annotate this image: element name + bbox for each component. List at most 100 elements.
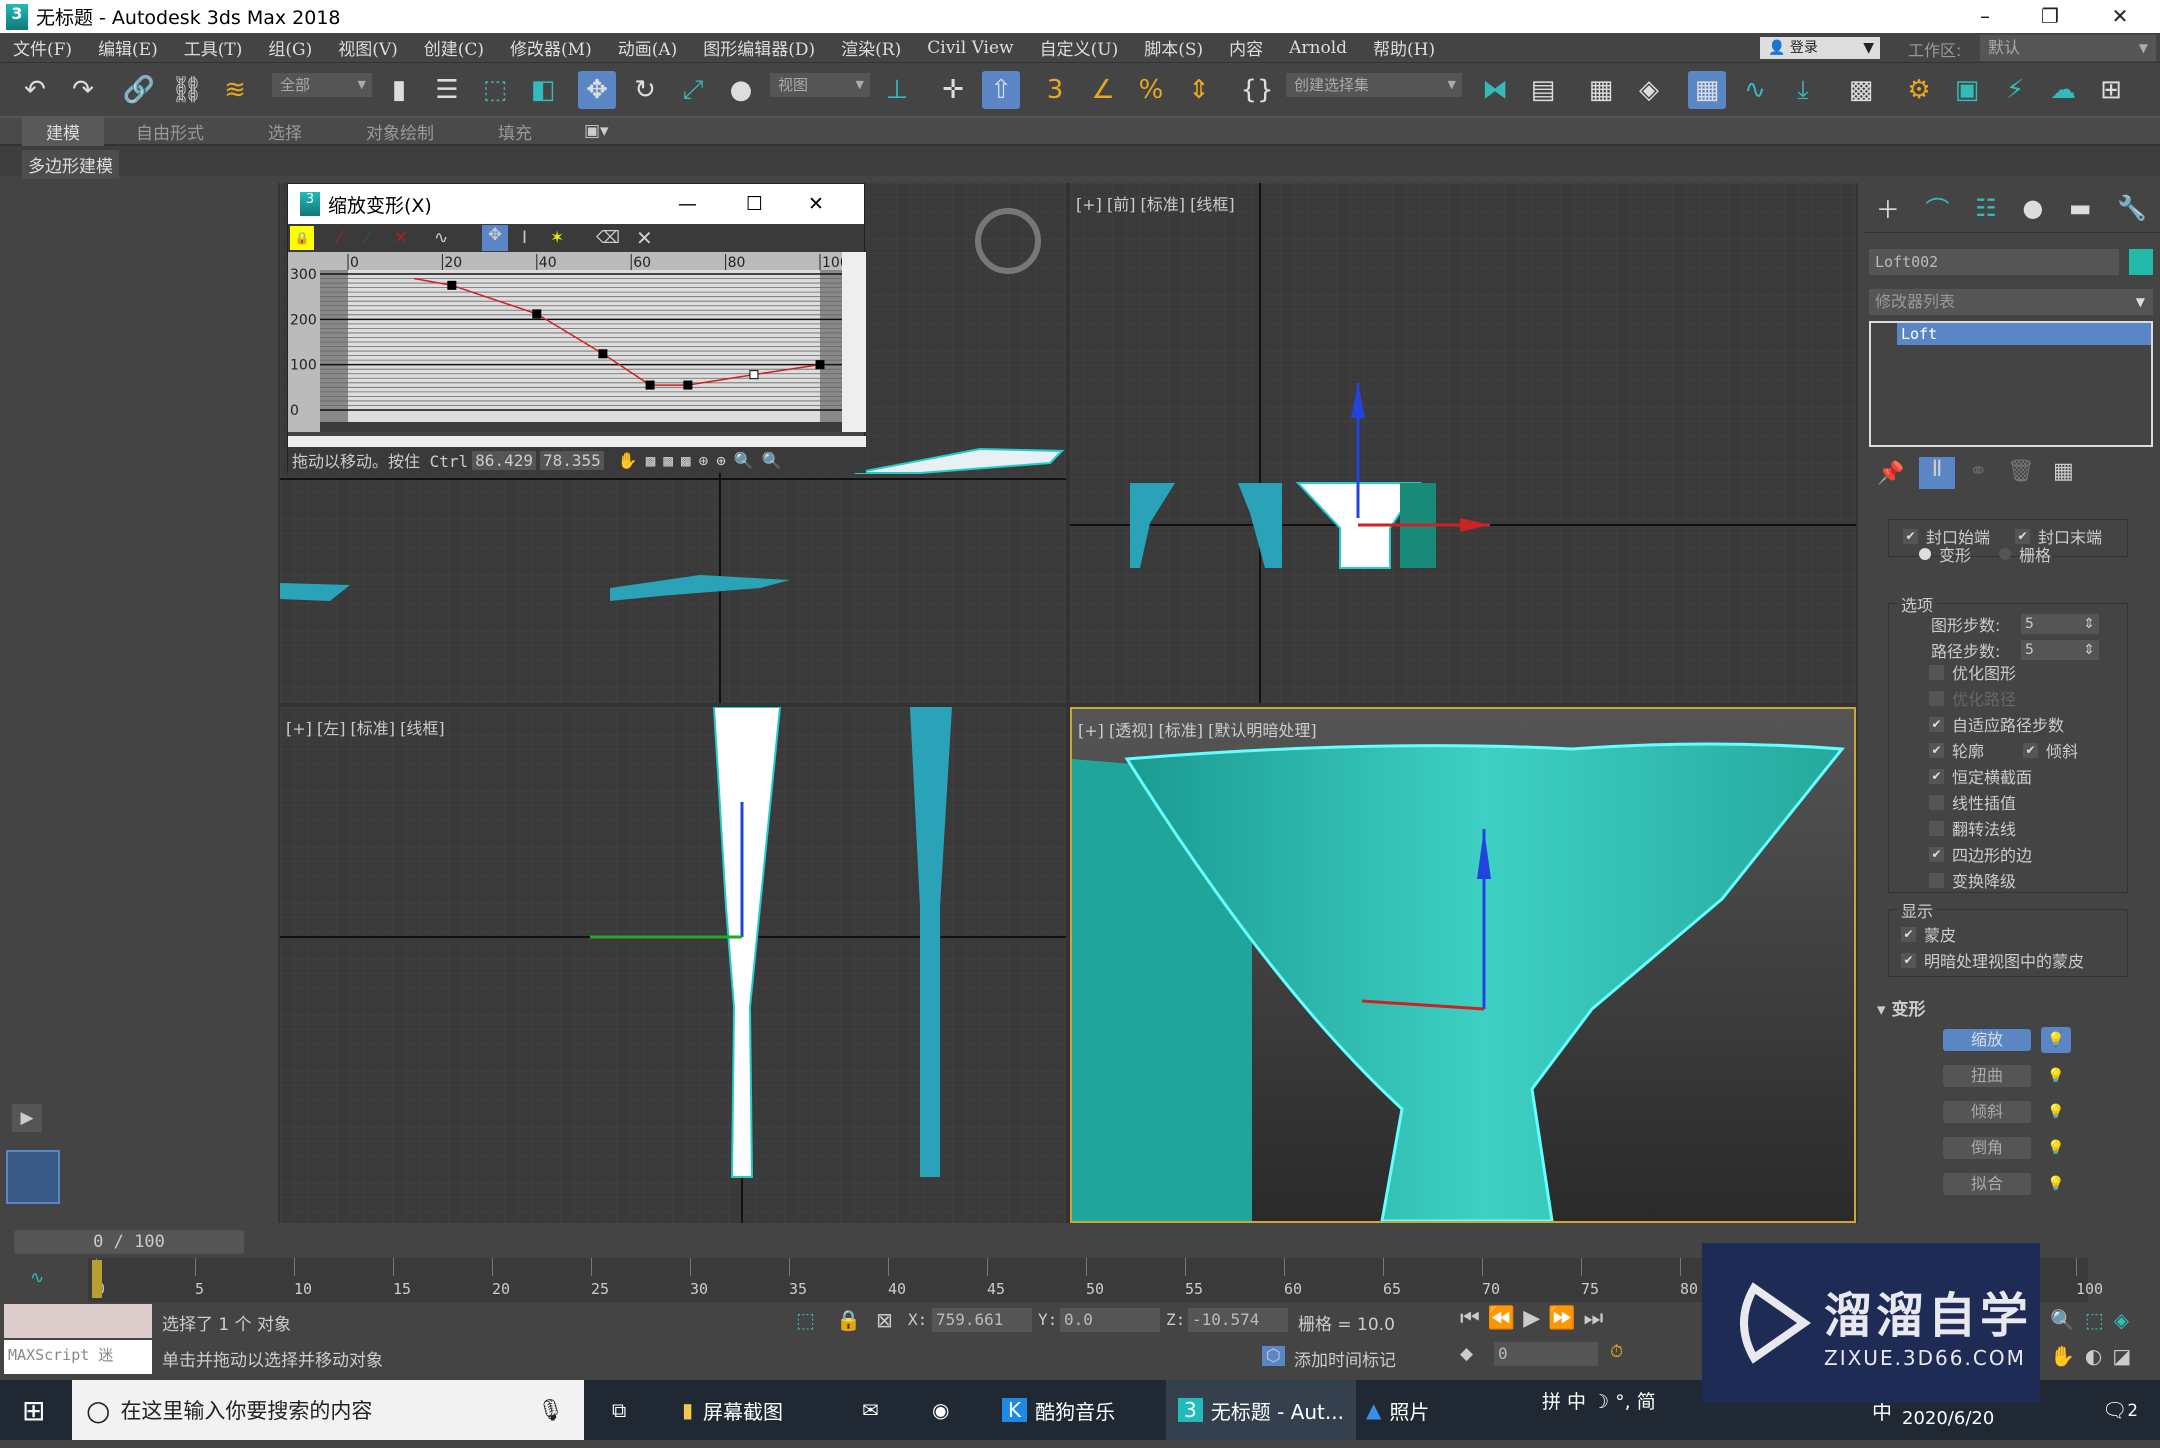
path-steps-spinner[interactable]: 5 ⇕ xyxy=(2021,640,2099,660)
deformation-button[interactable]: 拟合 xyxy=(1943,1173,2031,1195)
named-selection-dropdown[interactable]: 创建选择集 xyxy=(1286,73,1462,97)
viewport-left[interactable]: [+] [左] [标准] [线框] xyxy=(280,707,1066,1223)
modify-tab-icon[interactable]: ⌒ xyxy=(1925,190,1949,225)
deformation-toggle-icon[interactable]: 💡 xyxy=(2041,1027,2071,1053)
taskbar-item-kugou[interactable]: K 酷狗音乐 xyxy=(990,1380,1127,1440)
skin-checkbox[interactable]: ✔ 蒙皮 xyxy=(1901,922,1956,946)
viewport-perspective-label[interactable]: [+] [透视] [标准] [默认明暗处理] xyxy=(1078,717,1317,741)
menu-item[interactable]: 动画(A) xyxy=(605,35,691,60)
schematic-view-icon[interactable]: ⤓ xyxy=(1784,71,1822,109)
ime-indicator[interactable]: 拼 中 ☽ °, 简 xyxy=(1530,1380,1668,1420)
deformation-toggle-icon[interactable]: 💡 xyxy=(2041,1135,2071,1161)
add-time-tag-button[interactable]: 添加时间标记 xyxy=(1294,1346,1396,1371)
absolute-mode-icon[interactable]: ⊠ xyxy=(876,1308,893,1332)
taskbar-item-3dsmax[interactable]: 3 无标题 - Aut... xyxy=(1166,1380,1356,1440)
layer-explorer-icon[interactable]: ◈ xyxy=(1630,71,1668,109)
keyboard-shortcut-override-icon[interactable]: ⇧ xyxy=(982,71,1020,109)
menu-item[interactable]: 文件(F) xyxy=(0,35,85,60)
close-button[interactable]: ✕ xyxy=(2090,0,2150,33)
link-icon[interactable]: 🔗 xyxy=(120,71,158,109)
menu-item[interactable]: 组(G) xyxy=(255,35,325,60)
select-manipulate-icon[interactable]: ✛ xyxy=(934,71,972,109)
menu-item[interactable]: 自定义(U) xyxy=(1027,35,1132,60)
configure-sets-icon[interactable]: ▦ xyxy=(2053,459,2074,484)
expand-arrow-icon[interactable]: ▶ xyxy=(12,1104,42,1132)
rectangle-selection-icon[interactable]: ⬚ xyxy=(476,71,514,109)
move-control-point-icon[interactable]: ✥ xyxy=(482,225,508,251)
menu-item[interactable]: 内容 xyxy=(1216,35,1276,60)
undo-icon[interactable]: ↶ xyxy=(16,71,54,109)
remove-modifier-icon[interactable]: 🗑 xyxy=(2007,459,2035,484)
snaps-toggle-icon[interactable]: 3 xyxy=(1036,71,1074,109)
skin-shaded-checkbox[interactable]: ✔ 明暗处理视图中的蒙皮 xyxy=(1901,948,2084,972)
delete-control-point-icon[interactable]: ⌫ xyxy=(596,228,620,248)
deformation-button[interactable]: 倒角 xyxy=(1943,1137,2031,1159)
ribbon-options-icon[interactable]: ▣▾ xyxy=(584,121,609,141)
object-name-field[interactable]: Loft002 xyxy=(1869,249,2119,275)
windows-start-icon[interactable]: ⊞ xyxy=(10,1380,57,1440)
polygon-modeling-tab[interactable]: 多边形建模 xyxy=(22,150,119,179)
menu-item[interactable]: 渲染(R) xyxy=(828,35,914,60)
key-mode-icon[interactable]: ◆ xyxy=(1460,1344,1473,1364)
motion-tab-icon[interactable]: ● xyxy=(2022,194,2043,222)
modifier-list-dropdown[interactable]: 修改器列表 ▼ xyxy=(1869,289,2153,315)
mirror-icon[interactable]: ⧓ xyxy=(1476,71,1514,109)
option-checkbox[interactable]: ✔ 轮廓 xyxy=(1929,738,1984,762)
pin-stack-icon[interactable]: 📌 xyxy=(1877,461,1904,486)
menu-item[interactable]: Arnold xyxy=(1276,38,1360,58)
playback-controls[interactable]: ⏮⏪▶⏩⏭ xyxy=(1460,1306,1611,1331)
ribbon-tab[interactable]: 选择 xyxy=(236,119,334,144)
display-x-axis-icon[interactable]: ⁄ xyxy=(338,228,341,248)
select-move-icon[interactable]: ✥ xyxy=(578,71,616,109)
menu-item[interactable]: 图形编辑器(D) xyxy=(690,35,828,60)
select-by-name-icon[interactable]: ☰ xyxy=(428,71,466,109)
edit-named-selection-icon[interactable]: {} xyxy=(1238,71,1276,109)
y-value-field[interactable]: 78.355 xyxy=(539,450,604,470)
display-xy-axes-icon[interactable]: ✕ xyxy=(394,228,408,248)
z-coordinate-field[interactable]: -10.574 xyxy=(1188,1308,1288,1332)
taskbar-item-screenshots[interactable]: ▮ 屏幕截图 xyxy=(670,1380,795,1440)
option-checkbox[interactable]: ✔ 恒定横截面 xyxy=(1929,764,2032,788)
hierarchy-tab-icon[interactable]: ☷ xyxy=(1975,194,1997,222)
reference-coordinate-dropdown[interactable]: 视图 xyxy=(770,73,870,97)
mail-icon[interactable]: ✉ xyxy=(850,1380,891,1440)
time-slider-thumb[interactable]: 0 / 100 xyxy=(14,1230,244,1254)
x-value-field[interactable]: 86.429 xyxy=(472,450,536,470)
rendered-frame-window-icon[interactable]: ▣ xyxy=(1948,71,1986,109)
taskbar-search-box[interactable]: ○ 在这里输入你要搜索的内容 🎙 xyxy=(72,1380,584,1440)
viewport-left-label[interactable]: [+] [左] [标准] [线框] xyxy=(286,715,445,739)
create-tab-icon[interactable]: ＋ xyxy=(1876,190,1900,225)
lock-aspect-icon[interactable]: 🔒 xyxy=(290,226,314,250)
viewport-layout-tab-icon[interactable] xyxy=(6,1150,60,1204)
deformation-toggle-icon[interactable]: 💡 xyxy=(2041,1171,2071,1197)
notifications-icon[interactable]: 🗨 2 xyxy=(2090,1380,2150,1440)
stack-item-loft[interactable]: Loft xyxy=(1897,323,2151,345)
maxscript-input[interactable]: MAXScript 迷 xyxy=(4,1340,152,1374)
make-unique-icon[interactable]: ⚭ xyxy=(1969,459,1987,484)
menu-item[interactable]: Civil View xyxy=(914,38,1026,58)
scene-explorer-icon[interactable]: ▦ xyxy=(1582,71,1620,109)
curve-editor-icon[interactable]: ∿ xyxy=(1736,71,1774,109)
reset-curve-icon[interactable]: ✕ xyxy=(636,226,653,250)
angle-snap-icon[interactable]: ∠ xyxy=(1084,71,1122,109)
task-view-icon[interactable]: ⧉ xyxy=(600,1380,638,1440)
window-crossing-icon[interactable]: ◧ xyxy=(524,71,562,109)
viewport-perspective[interactable]: [+] [透视] [标准] [默认明暗处理] xyxy=(1070,707,1856,1223)
option-checkbox[interactable]: 优化路径 xyxy=(1929,686,2016,710)
ribbon-tab[interactable]: 自由形式 xyxy=(104,119,236,144)
selection-lock-icon[interactable]: 🔒 xyxy=(836,1308,861,1332)
viewport-nav-icons[interactable]: 🔍⬚◈ xyxy=(2050,1308,2139,1332)
time-tag-icon[interactable]: ⬡ xyxy=(1262,1346,1285,1366)
display-y-axis-icon[interactable]: ⁄ xyxy=(366,228,369,248)
insert-corner-point-icon[interactable]: ✶ xyxy=(550,228,564,248)
dialog-maximize-button[interactable]: ☐ xyxy=(746,193,763,215)
menu-item[interactable]: 工具(T) xyxy=(171,35,256,60)
select-scale-icon[interactable]: ⤢ xyxy=(674,71,712,109)
select-rotate-icon[interactable]: ↻ xyxy=(626,71,664,109)
deformation-button[interactable]: 扭曲 xyxy=(1943,1065,2031,1087)
scale-curve-graph[interactable]: 0 20 40 60 80 1003002001000 xyxy=(288,252,866,432)
morph-radio[interactable]: 变形 xyxy=(1919,542,1971,566)
selection-filter-dropdown[interactable]: 全部 xyxy=(272,73,372,97)
menu-item[interactable]: 修改器(M) xyxy=(497,35,605,60)
align-icon[interactable]: ▤ xyxy=(1524,71,1562,109)
